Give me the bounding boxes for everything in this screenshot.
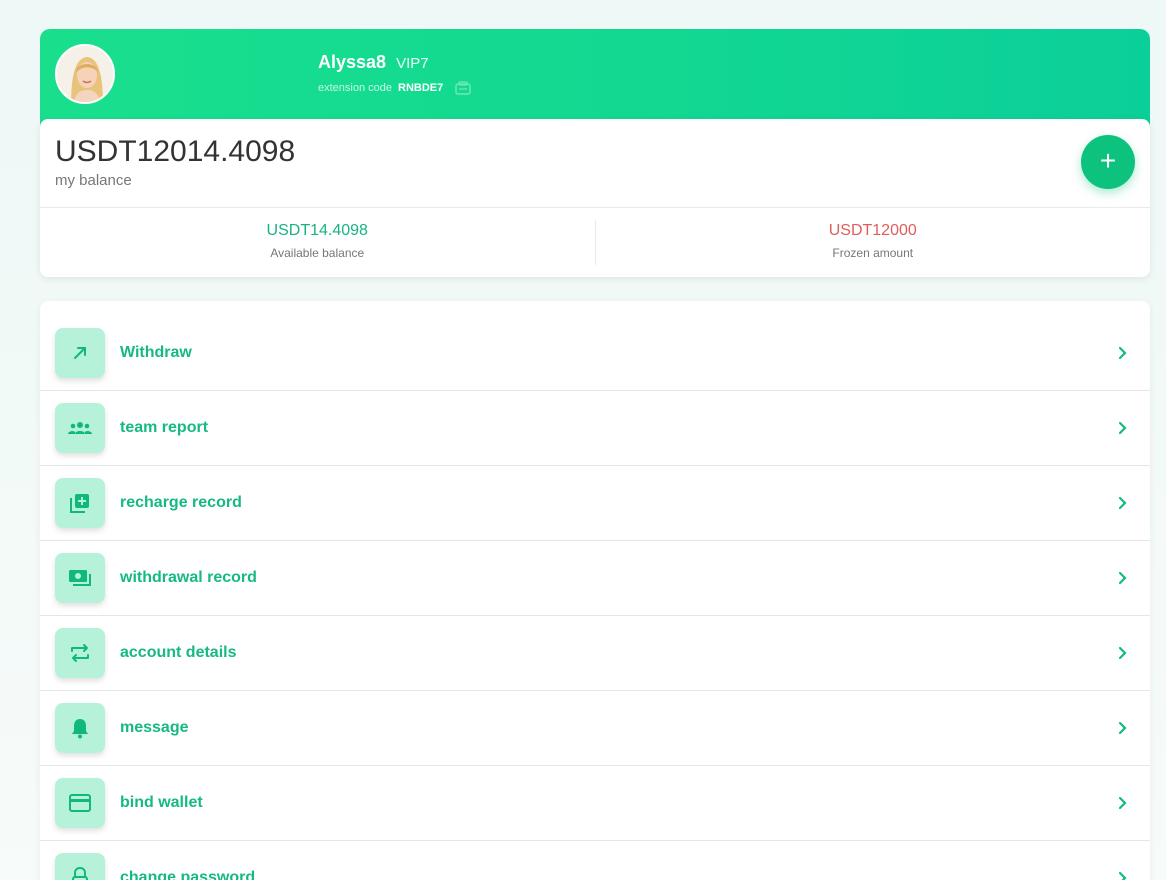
menu-item-label: withdrawal record xyxy=(120,569,257,586)
card-icon xyxy=(55,778,105,828)
chevron-right-icon xyxy=(1118,421,1127,435)
username: Alyssa8 xyxy=(318,52,387,72)
profile-header: Alyssa8 VIP7 extension code RNBDE7 xyxy=(40,29,1150,129)
vip-level: VIP7 xyxy=(396,55,429,72)
chevron-right-icon xyxy=(1118,571,1127,585)
menu-item-label: recharge record xyxy=(120,494,242,511)
arrow-up-right-icon xyxy=(55,328,105,378)
chevron-right-icon xyxy=(1118,346,1127,360)
team-icon xyxy=(55,403,105,453)
bell-icon xyxy=(55,703,105,753)
frozen-amount: USDT12000 Frozen amount xyxy=(594,220,1151,265)
copy-icon[interactable] xyxy=(455,81,471,95)
swap-icon xyxy=(55,628,105,678)
chevron-right-icon xyxy=(1118,721,1127,735)
available-balance-value: USDT14.4098 xyxy=(266,222,368,239)
chevron-right-icon xyxy=(1118,646,1127,660)
total-balance: USDT12014.4098 xyxy=(55,135,296,168)
lock-icon xyxy=(55,853,105,880)
menu-item-label: Withdraw xyxy=(120,344,192,361)
menu-item-label: change password xyxy=(120,869,256,880)
menu-item-label: bind wallet xyxy=(120,794,203,811)
menu-item-account-details[interactable]: account details xyxy=(40,616,1150,691)
extension-code-label: extension code xyxy=(318,82,392,94)
chevron-right-icon xyxy=(1118,496,1127,510)
menu-item-label: message xyxy=(120,719,189,736)
available-balance: USDT14.4098 Available balance xyxy=(40,208,595,277)
available-balance-label: Available balance xyxy=(270,246,365,260)
avatar[interactable] xyxy=(55,44,115,104)
add-funds-button[interactable]: + xyxy=(1081,135,1135,189)
menu-item-label: account details xyxy=(120,644,237,661)
menu-item-team-report[interactable]: team report xyxy=(40,391,1150,466)
menu-item-withdrawal-record[interactable]: withdrawal record xyxy=(40,541,1150,616)
total-balance-label: my balance xyxy=(55,172,132,189)
menu-item-message[interactable]: message xyxy=(40,691,1150,766)
chevron-right-icon xyxy=(1118,871,1127,880)
balance-breakdown: USDT14.4098 Available balance USDT12000 … xyxy=(40,207,1150,277)
menu-list: Withdraw team report recharge record wit… xyxy=(40,301,1150,880)
menu-item-change-password[interactable]: change password xyxy=(40,841,1150,880)
extension-code-value: RNBDE7 xyxy=(398,82,444,94)
menu-item-bind-wallet[interactable]: bind wallet xyxy=(40,766,1150,841)
menu-item-recharge-record[interactable]: recharge record xyxy=(40,466,1150,541)
frozen-amount-label: Frozen amount xyxy=(832,246,914,260)
cash-icon xyxy=(55,553,105,603)
chevron-right-icon xyxy=(1118,796,1127,810)
add-record-icon xyxy=(55,478,105,528)
balance-card: USDT12014.4098 my balance + USDT14.4098 … xyxy=(40,119,1150,277)
menu-item-label: team report xyxy=(120,419,209,436)
frozen-amount-value: USDT12000 xyxy=(828,222,917,239)
menu-item-withdraw[interactable]: Withdraw xyxy=(40,316,1150,391)
